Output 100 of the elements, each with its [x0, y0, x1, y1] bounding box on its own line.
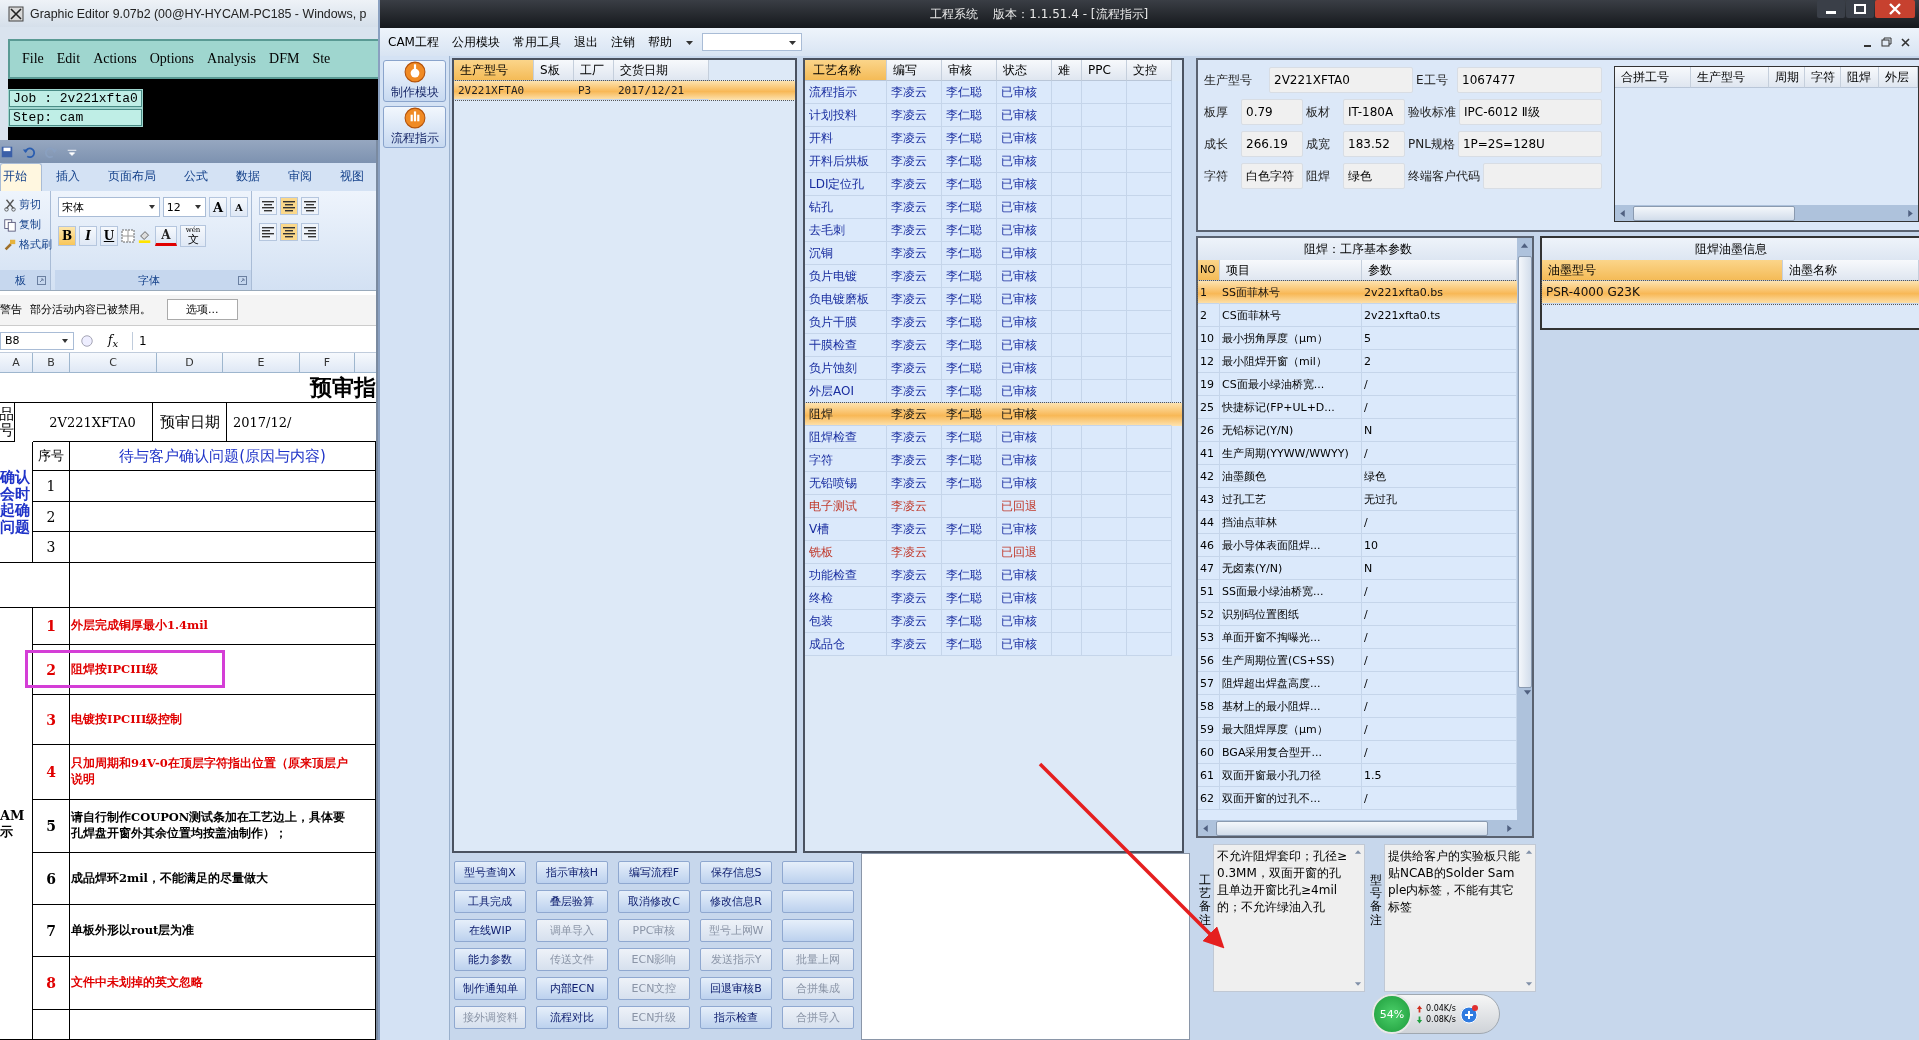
- scroll-thumb[interactable]: [1517, 256, 1532, 688]
- table-row[interactable]: 25 快捷标记(FP+UL+D... /: [1198, 396, 1517, 419]
- action-button[interactable]: 在线WIP: [454, 919, 526, 942]
- menu-item[interactable]: 退出: [573, 33, 598, 51]
- text-area[interactable]: 不允许阻焊套印；孔径≥0.3MM，双面开窗的孔且单边开窗比孔≥4mil的；不允许绿油入孔: [1213, 844, 1365, 992]
- column-header[interactable]: 参数: [1362, 260, 1517, 281]
- column-header[interactable]: 审核: [942, 60, 997, 81]
- font-size-field[interactable]: 12: [162, 197, 206, 218]
- table-row[interactable]: 59 最大阻焊厚度（μm） /: [1198, 718, 1517, 741]
- text-field[interactable]: 183.52: [1343, 131, 1405, 157]
- underline-button[interactable]: U: [100, 226, 118, 247]
- column-header[interactable]: 生产型号: [1691, 67, 1769, 88]
- text-field[interactable]: 1P=2S=128U: [1457, 131, 1602, 157]
- column-header[interactable]: 字符: [1805, 67, 1841, 88]
- column-header[interactable]: 油墨名称: [1783, 260, 1919, 281]
- action-button[interactable]: 回退审核B: [700, 977, 772, 1000]
- table-row[interactable]: 终检 李凌云 李仁聪 已审核: [805, 587, 1182, 610]
- table-row[interactable]: 负片电镀 李凌云 李仁聪 已审核: [805, 265, 1182, 288]
- text-field[interactable]: IT-180A: [1343, 99, 1405, 125]
- bold-button[interactable]: B: [58, 226, 76, 247]
- align-top-icon[interactable]: [259, 197, 277, 216]
- column-header[interactable]: 项目: [1220, 260, 1362, 281]
- tool-button[interactable]: 流程指示: [383, 106, 446, 148]
- table-row[interactable]: 沉铜 李凌云 李仁聪 已审核: [805, 242, 1182, 265]
- table-row[interactable]: 流程指示 李凌云 李仁聪 已审核: [805, 81, 1182, 104]
- table-row[interactable]: 铣板 李凌云 已回退: [805, 541, 1182, 564]
- table-row[interactable]: 51 SS面最小绿油桥宽... /: [1198, 580, 1517, 603]
- table-row[interactable]: 12 最小阻焊开窗（mil） 2: [1198, 350, 1517, 373]
- formula-field[interactable]: 1: [132, 331, 376, 350]
- ribbon-tab[interactable]: 审阅: [274, 164, 326, 192]
- close-icon[interactable]: [1875, 0, 1915, 18]
- table-row[interactable]: 10 最小拐角厚度（μm） 5: [1198, 327, 1517, 350]
- action-button[interactable]: 编写流程F: [618, 861, 690, 884]
- text-field[interactable]: 绿色: [1343, 163, 1405, 189]
- ribbon-tab[interactable]: 公式: [170, 164, 222, 192]
- menu-item[interactable]: DFM: [269, 51, 300, 67]
- table-row[interactable]: 42 油墨颜色 绿色: [1198, 465, 1517, 488]
- table-row[interactable]: 电子测试 李凌云 已回退: [805, 495, 1182, 518]
- font-name-field[interactable]: 宋体: [58, 197, 160, 218]
- column-header[interactable]: D: [157, 353, 223, 372]
- text-area[interactable]: 提供给客户的实验板只能贴NCAB的Solder Sample内标签，不能有其它标签: [1384, 844, 1536, 992]
- ribbon-tab[interactable]: 数据: [222, 164, 274, 192]
- table-row[interactable]: 去毛刺 李凌云 李仁聪 已审核: [805, 219, 1182, 242]
- table-row[interactable]: 计划投料 李凌云 李仁聪 已审核: [805, 104, 1182, 127]
- text-field[interactable]: [1483, 163, 1602, 189]
- text-field[interactable]: 0.79: [1241, 99, 1303, 125]
- table-row[interactable]: 57 阻焊超出焊盘高度... /: [1198, 672, 1517, 695]
- ribbon-tab[interactable]: 页面布局: [94, 164, 170, 192]
- column-header[interactable]: C: [70, 353, 157, 372]
- table-row[interactable]: V槽 李凌云 李仁聪 已审核: [805, 518, 1182, 541]
- table-row[interactable]: LDI定位孔 李凌云 李仁聪 已审核: [805, 173, 1182, 196]
- menu-item[interactable]: File: [22, 51, 44, 67]
- fill-color-icon[interactable]: [138, 229, 152, 244]
- ribbon-command[interactable]: 格式刷: [19, 237, 52, 253]
- column-header[interactable]: A: [0, 353, 33, 372]
- column-header[interactable]: NO: [1198, 260, 1220, 281]
- column-header[interactable]: 周期: [1769, 67, 1805, 88]
- column-header[interactable]: 油墨型号: [1542, 260, 1783, 281]
- ribbon-tab[interactable]: 开始: [0, 163, 42, 192]
- column-header[interactable]: F: [300, 353, 355, 372]
- menu-item[interactable]: Edit: [56, 51, 81, 67]
- function-label[interactable]: f$_{x}$: [100, 332, 126, 350]
- action-button[interactable]: 叠层验算: [536, 890, 608, 913]
- menu-item[interactable]: CAM工程: [388, 33, 439, 51]
- column-header[interactable]: B: [33, 353, 70, 372]
- italic-button[interactable]: I: [79, 226, 97, 247]
- column-header[interactable]: 编写: [887, 60, 942, 81]
- restore-icon[interactable]: [1881, 36, 1892, 48]
- action-button[interactable]: 制作通知单: [454, 977, 526, 1000]
- table-row[interactable]: 62 双面开窗的过孔不... /: [1198, 787, 1517, 810]
- align-middle-icon[interactable]: [280, 197, 298, 216]
- minimize-icon[interactable]: [1817, 0, 1845, 18]
- table-row[interactable]: 功能检查 李凌云 李仁聪 已审核: [805, 564, 1182, 587]
- grow-font-button[interactable]: A: [209, 197, 227, 218]
- text-field[interactable]: 2V221XFTA0: [1269, 67, 1413, 93]
- launcher-icon[interactable]: [238, 275, 247, 285]
- column-header[interactable]: 阻焊: [1841, 67, 1879, 88]
- table-row[interactable]: 58 基材上的最小阻焊... /: [1198, 695, 1517, 718]
- border-icon[interactable]: [121, 229, 135, 244]
- table-row[interactable]: 53 单面开窗不掏曝光... /: [1198, 626, 1517, 649]
- table-row[interactable]: 19 CS面最小绿油桥宽... /: [1198, 373, 1517, 396]
- scroll-thumb[interactable]: [1633, 205, 1795, 221]
- column-header[interactable]: 外层: [1879, 67, 1918, 88]
- table-row[interactable]: 43 过孔工艺 无过孔: [1198, 488, 1517, 511]
- table-row[interactable]: 26 无铅标记(Y/N) N: [1198, 419, 1517, 442]
- launcher-icon[interactable]: [37, 275, 46, 285]
- align-left-icon[interactable]: [259, 223, 277, 242]
- table-row[interactable]: 负电镀磨板 李凌云 李仁聪 已审核: [805, 288, 1182, 311]
- table-row[interactable]: 开料 李凌云 李仁聪 已审核: [805, 127, 1182, 150]
- table-row[interactable]: 2 CS面菲林号 2v221xfta0.ts: [1198, 304, 1517, 327]
- text-field[interactable]: 白色字符: [1241, 163, 1303, 189]
- column-header[interactable]: PPC: [1082, 60, 1127, 81]
- table-row[interactable]: PSR-4000 G23K: [1542, 281, 1919, 304]
- align-right-icon[interactable]: [301, 223, 319, 242]
- table-row[interactable]: 60 BGA采用复合型开... /: [1198, 741, 1517, 764]
- save-icon[interactable]: [0, 144, 14, 159]
- menu-item[interactable]: 公用模块: [451, 33, 500, 51]
- table-row[interactable]: 无铅喷锡 李凌云 李仁聪 已审核: [805, 472, 1182, 495]
- action-button[interactable]: [782, 919, 854, 942]
- table-row[interactable]: 包装 李凌云 李仁聪 已审核: [805, 610, 1182, 633]
